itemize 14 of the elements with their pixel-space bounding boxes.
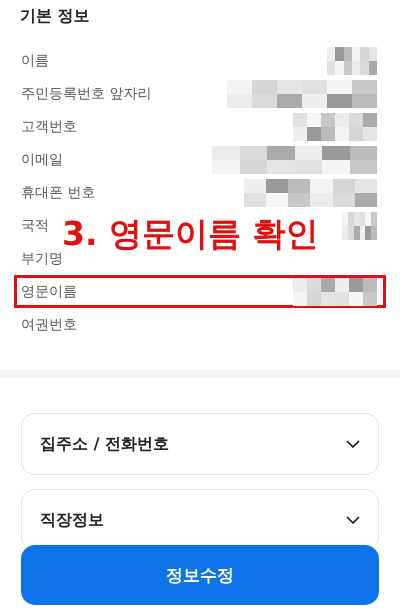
annotation-text: 3. 영문이름 확인 — [62, 213, 318, 255]
field-label: 부기명 — [21, 250, 63, 268]
edit-info-button[interactable]: 정보수정 — [21, 545, 379, 605]
accordion-header[interactable]: 직장정보 — [21, 489, 379, 545]
field-label: 고객번호 — [21, 118, 77, 136]
field-label: 주민등록번호 앞자리 — [21, 84, 152, 102]
field-label: 국적 — [21, 216, 49, 234]
section-title: 기본 정보 — [20, 6, 91, 27]
field-label: 여권번호 — [21, 316, 77, 334]
field-label: 영문이름 — [21, 282, 77, 300]
accordion-header[interactable]: 집주소 / 전화번호 — [21, 413, 379, 475]
field-label: 이메일 — [21, 150, 63, 168]
field-label: 휴대폰 번호 — [21, 184, 96, 202]
field-label: 이름 — [21, 52, 49, 70]
